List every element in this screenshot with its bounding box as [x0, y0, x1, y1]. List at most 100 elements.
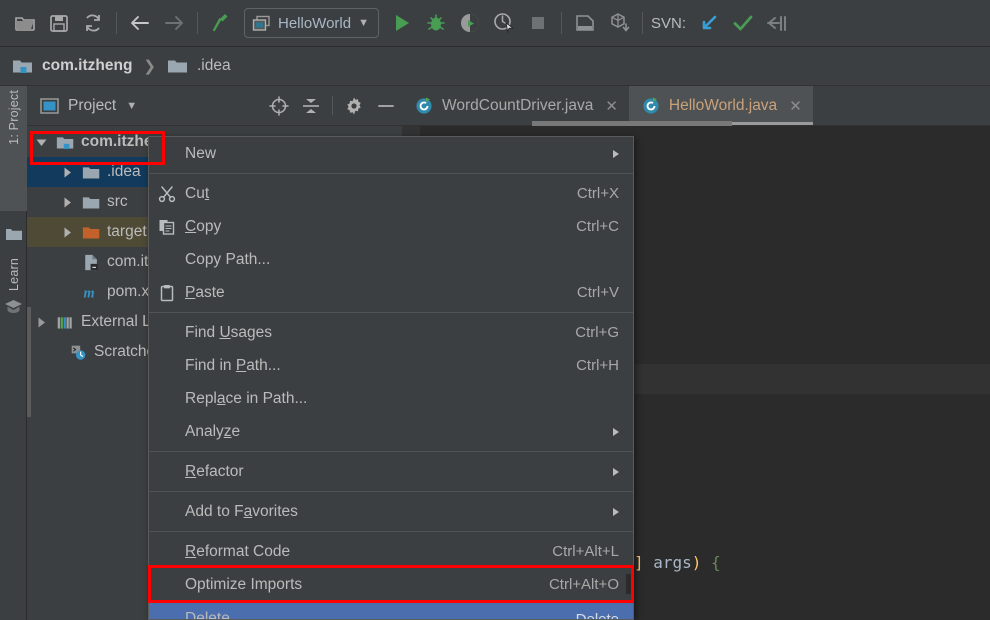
left-tool-strip: 1: Project Learn — [0, 86, 27, 620]
menu-item-optimize-imports[interactable]: Optimize Imports Ctrl+Alt+O — [149, 568, 633, 601]
menu-item-label: Copy Path... — [185, 250, 271, 268]
svn-update-icon[interactable] — [692, 6, 726, 40]
ide-window: HelloWorld ▼ SVN: com.itzheng ❯ .idea 1:… — [0, 0, 990, 620]
menu-item-find-usages[interactable]: Find Usages Ctrl+G — [149, 316, 633, 349]
run-config-icon — [252, 15, 270, 31]
menu-item-paste[interactable]: Paste Ctrl+V — [149, 276, 633, 309]
tool-strip-label: Learn — [6, 258, 21, 291]
profile-icon[interactable] — [487, 6, 521, 40]
menu-item-shortcut: Ctrl+X — [576, 185, 619, 202]
menu-item-label: Paste — [185, 283, 225, 301]
breadcrumb: com.itzheng ❯ .idea — [0, 47, 990, 86]
svn-compare-icon[interactable] — [760, 6, 794, 40]
menu-item-shortcut: Ctrl+V — [576, 284, 619, 301]
chevron-down-icon[interactable] — [35, 136, 48, 149]
menu-divider — [149, 173, 633, 174]
tree-node-label: .idea — [107, 163, 141, 180]
menu-item-label: Find Usages — [185, 323, 273, 341]
chevron-right-icon[interactable] — [61, 196, 74, 209]
menu-item-find-in-path[interactable]: Find in Path... Ctrl+H — [149, 349, 633, 382]
menu-item-label: Replace in Path... — [185, 389, 308, 407]
module-folder-icon — [13, 60, 32, 73]
menu-item-delete[interactable]: Delete... Delete — [149, 601, 633, 620]
breadcrumb-item-idea[interactable]: .idea — [167, 57, 231, 75]
menu-item-shortcut: Ctrl+H — [576, 357, 619, 374]
locate-target-icon[interactable] — [263, 90, 295, 122]
hide-minus-icon[interactable] — [370, 90, 402, 122]
sidebar-item-project[interactable]: 1: Project — [0, 86, 27, 211]
tree-node-label: src — [107, 193, 128, 210]
submenu-arrow-icon — [613, 467, 619, 476]
save-icon[interactable] — [42, 6, 76, 40]
menu-item-new[interactable]: New — [149, 137, 633, 170]
editor-tab-wordcountdriver[interactable]: WordCountDriver.java ✕ — [402, 86, 629, 125]
context-menu-scrollbar[interactable] — [626, 574, 633, 594]
submenu-arrow-icon — [613, 507, 619, 516]
menu-item-label: Find in Path... — [185, 356, 281, 374]
commit-icon[interactable] — [602, 6, 636, 40]
submenu-arrow-icon — [613, 149, 619, 158]
project-panel-header: Project ▼ — [27, 86, 402, 126]
sync-icon[interactable] — [76, 6, 110, 40]
menu-divider — [149, 312, 633, 313]
sidebar-item-learn[interactable]: Learn — [0, 254, 27, 384]
chevron-right-icon[interactable] — [61, 226, 74, 239]
run-icon[interactable] — [385, 6, 419, 40]
run-configuration-selector[interactable]: HelloWorld ▼ — [244, 8, 379, 38]
close-icon[interactable]: ✕ — [605, 97, 618, 115]
menu-item-copy[interactable]: Copy Ctrl+C — [149, 210, 633, 243]
menu-item-cut[interactable]: Cut Ctrl+X — [149, 177, 633, 210]
editor-tab-bar: WordCountDriver.java ✕ HelloWorld.java ✕ — [402, 86, 990, 126]
menu-item-shortcut: Ctrl+Alt+O — [548, 576, 619, 593]
menu-item-copy-path[interactable]: Copy Path... — [149, 243, 633, 276]
menu-item-shortcut: Ctrl+Alt+L — [552, 543, 619, 560]
project-icon — [40, 97, 59, 114]
project-panel-title: Project — [68, 96, 117, 114]
chevron-down-icon[interactable]: ▼ — [126, 100, 137, 112]
menu-item-label: Cut — [185, 184, 210, 202]
run-coverage-icon[interactable] — [453, 6, 487, 40]
learn-graduation-icon — [5, 299, 22, 313]
stop-icon[interactable] — [521, 6, 555, 40]
module-folder-icon — [56, 136, 74, 149]
editor-tab-helloworld[interactable]: HelloWorld.java ✕ — [628, 86, 813, 125]
forward-arrow-icon[interactable] — [157, 6, 191, 40]
menu-item-label: Add to Favorites — [185, 502, 298, 520]
menu-item-refactor[interactable]: Refactor — [149, 455, 633, 488]
sidebar-item-folder[interactable] — [0, 214, 27, 246]
folder-orange-icon — [82, 226, 100, 239]
submenu-arrow-icon — [613, 427, 619, 436]
svn-commit-check-icon[interactable] — [726, 6, 760, 40]
menu-item-add-to-favorites[interactable]: Add to Favorites — [149, 495, 633, 528]
tool-strip-label: 1: Project — [6, 90, 21, 145]
chevron-down-icon[interactable]: ▼ — [358, 17, 369, 29]
menu-item-replace-in-path[interactable]: Replace in Path... — [149, 382, 633, 415]
menu-item-shortcut: Delete — [575, 610, 619, 620]
collapse-all-icon[interactable] — [295, 90, 327, 122]
menu-item-label: Copy — [185, 217, 222, 235]
back-arrow-icon[interactable] — [123, 6, 157, 40]
menu-item-label: Reformat Code — [185, 542, 291, 560]
settings-gear-icon[interactable] — [338, 90, 370, 122]
libraries-icon — [57, 316, 72, 329]
breadcrumb-item-module[interactable]: com.itzheng — [12, 57, 132, 75]
open-icon[interactable] — [8, 6, 42, 40]
svn-label: SVN: — [650, 14, 686, 32]
clipboard-icon — [157, 283, 177, 303]
debug-bug-icon[interactable] — [419, 6, 453, 40]
folder-icon — [82, 166, 100, 179]
toolbar-divider — [116, 12, 117, 34]
close-icon[interactable]: ✕ — [789, 97, 802, 115]
toolbar-divider-3 — [560, 12, 562, 34]
update-project-icon[interactable] — [568, 6, 602, 40]
build-hammer-icon[interactable] — [204, 6, 238, 40]
chevron-right-icon[interactable] — [61, 166, 74, 179]
iml-file-icon — [85, 254, 98, 270]
menu-item-reformat-code[interactable]: Reformat Code Ctrl+Alt+L — [149, 535, 633, 568]
chevron-right-icon[interactable] — [35, 316, 48, 329]
tree-node-label: target — [107, 223, 147, 240]
menu-item-analyze[interactable]: Analyze — [149, 415, 633, 448]
maven-m-icon: m — [83, 285, 94, 301]
context-menu[interactable]: New Cut Ctrl+X Copy Ctrl+C Copy Path... … — [148, 136, 634, 620]
menu-item-shortcut: Ctrl+C — [576, 218, 619, 235]
